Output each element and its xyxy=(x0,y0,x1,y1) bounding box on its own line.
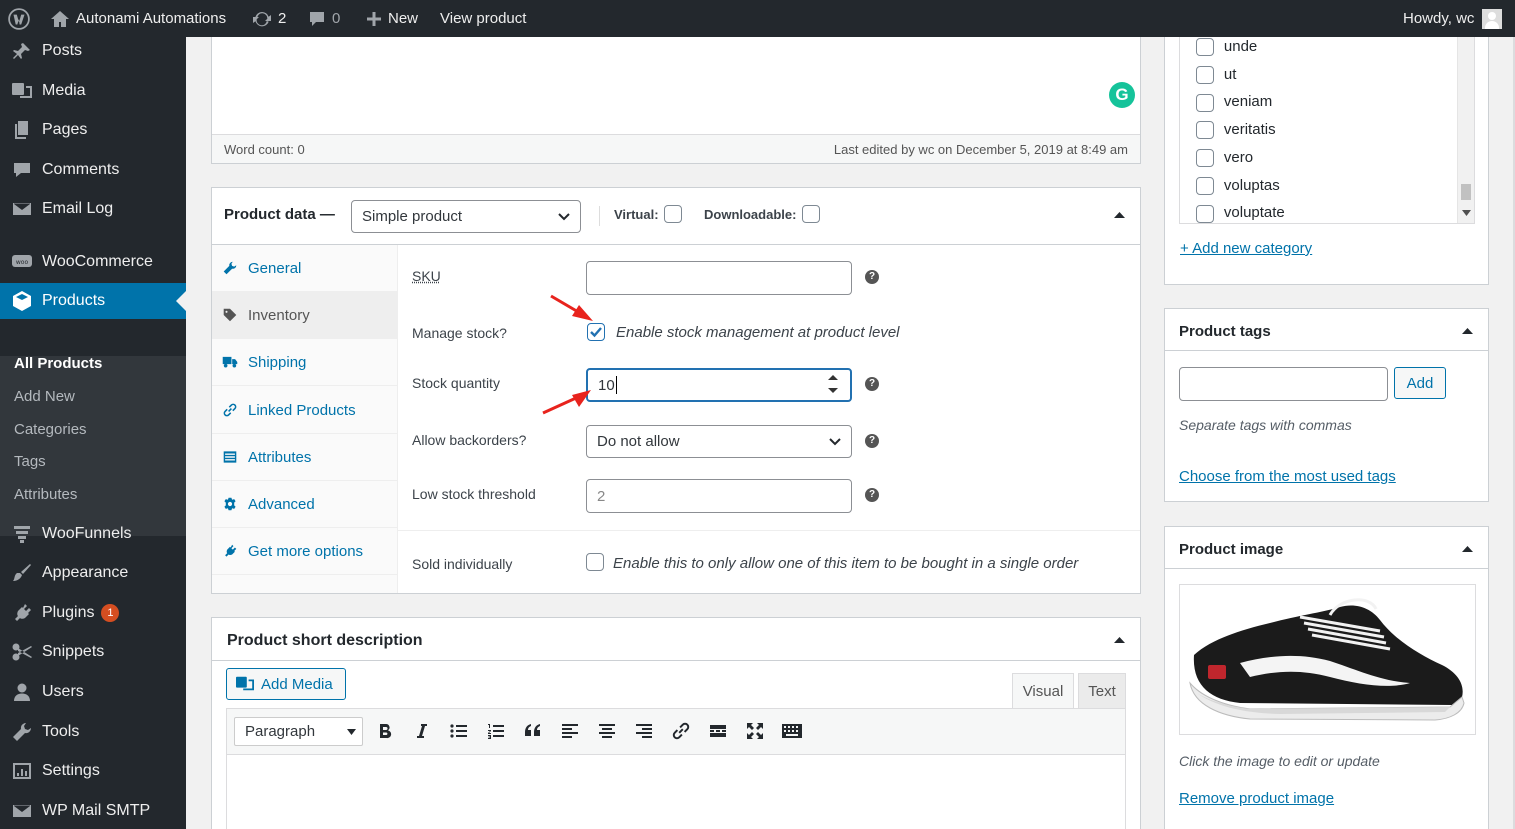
italic-icon xyxy=(417,724,427,738)
category-checkbox[interactable] xyxy=(1196,149,1214,168)
caret-down-icon xyxy=(347,729,356,735)
align-center-icon xyxy=(599,724,615,738)
sneaker-image xyxy=(1189,598,1465,721)
tab-visual[interactable]: Visual xyxy=(1012,673,1074,708)
category-item[interactable]: voluptas xyxy=(1196,172,1285,200)
category-label: veritatis xyxy=(1223,121,1276,139)
scrollbar-thumb[interactable] xyxy=(1461,184,1471,200)
category-label: vero xyxy=(1223,148,1254,166)
bullet-list-button[interactable] xyxy=(446,718,472,744)
category-label: unde xyxy=(1223,38,1258,55)
media-icon xyxy=(236,676,254,691)
category-checkbox[interactable] xyxy=(1196,204,1214,223)
numbered-list-button[interactable] xyxy=(483,718,509,744)
divider xyxy=(1165,568,1488,569)
category-item[interactable]: veritatis xyxy=(1196,116,1285,144)
category-label: veniam xyxy=(1223,93,1273,111)
category-item[interactable]: voluptate xyxy=(1196,199,1285,223)
blockquote-button[interactable] xyxy=(520,718,546,744)
add-new-category-link[interactable]: + Add new category xyxy=(1180,240,1312,257)
category-item[interactable]: ut xyxy=(1196,61,1285,89)
divider xyxy=(1165,350,1488,351)
category-checkbox[interactable] xyxy=(1196,66,1214,84)
add-media-button[interactable]: Add Media xyxy=(226,668,346,700)
align-center-button[interactable] xyxy=(594,718,620,744)
tab-text[interactable]: Text xyxy=(1078,673,1126,708)
category-label: voluptate xyxy=(1223,204,1285,222)
align-right-icon xyxy=(636,724,652,738)
read-more-button[interactable] xyxy=(705,718,731,744)
collapse-toggle-icon[interactable] xyxy=(1114,635,1125,646)
add-tag-button[interactable]: Add xyxy=(1394,367,1446,399)
product-tags-title: Product tags xyxy=(1179,323,1271,340)
product-tags-panel: Product tags Add Separate tags with comm… xyxy=(1164,308,1489,502)
collapse-toggle-icon[interactable] xyxy=(1462,326,1473,337)
product-image-thumbnail[interactable] xyxy=(1179,584,1476,735)
category-checklist: unde ut veniam veritatis vero voluptas v… xyxy=(1179,37,1475,224)
format-value: Paragraph xyxy=(245,723,316,740)
fullscreen-button[interactable] xyxy=(742,718,768,744)
category-label: voluptas xyxy=(1223,176,1280,194)
align-left-icon xyxy=(562,724,578,738)
scroll-down-icon[interactable] xyxy=(1462,210,1471,216)
product-image-panel: Product image Click the image to edit or… xyxy=(1164,526,1489,829)
short-description-title: Product short description xyxy=(227,632,423,649)
bold-icon xyxy=(380,723,392,739)
add-media-label: Add Media xyxy=(261,675,333,693)
category-checkbox[interactable] xyxy=(1196,38,1214,57)
remove-image-link[interactable]: Remove product image xyxy=(1179,790,1334,807)
category-item[interactable]: vero xyxy=(1196,144,1285,172)
align-right-button[interactable] xyxy=(631,718,657,744)
category-checkbox[interactable] xyxy=(1196,93,1214,112)
keyboard-icon xyxy=(782,724,802,738)
category-checkbox[interactable] xyxy=(1196,176,1214,195)
link-icon xyxy=(672,722,690,740)
categories-panel: unde ut veniam veritatis vero voluptas v… xyxy=(1164,37,1489,285)
category-checkbox[interactable] xyxy=(1196,121,1214,140)
product-image-hint: Click the image to edit or update xyxy=(1179,753,1380,769)
fullscreen-icon xyxy=(747,723,763,739)
short-description-editor[interactable] xyxy=(226,755,1126,829)
collapse-toggle-icon[interactable] xyxy=(1462,544,1473,555)
red-arrow-icon xyxy=(542,390,591,415)
choose-tags-link[interactable]: Choose from the most used tags xyxy=(1179,468,1396,485)
quote-icon xyxy=(525,724,540,736)
red-arrow-icon xyxy=(550,294,593,321)
italic-button[interactable] xyxy=(409,718,435,744)
category-scrollbar[interactable] xyxy=(1457,37,1474,223)
divider xyxy=(212,660,1140,661)
format-select[interactable]: Paragraph xyxy=(234,717,363,746)
toolbar-toggle-button[interactable] xyxy=(779,718,805,744)
category-item[interactable]: unde xyxy=(1196,37,1285,61)
category-list: unde ut veniam veritatis vero voluptas v… xyxy=(1196,37,1285,223)
product-image-title: Product image xyxy=(1179,541,1284,558)
insert-link-button[interactable] xyxy=(668,718,694,744)
bold-button[interactable] xyxy=(372,718,398,744)
read-more-icon xyxy=(710,725,726,737)
category-label: ut xyxy=(1223,65,1237,83)
bullet-list-icon xyxy=(450,724,467,738)
category-item[interactable]: veniam xyxy=(1196,88,1285,116)
align-left-button[interactable] xyxy=(557,718,583,744)
tags-hint: Separate tags with commas xyxy=(1179,417,1352,433)
tag-input[interactable] xyxy=(1179,367,1388,401)
numbered-list-icon xyxy=(488,724,504,739)
